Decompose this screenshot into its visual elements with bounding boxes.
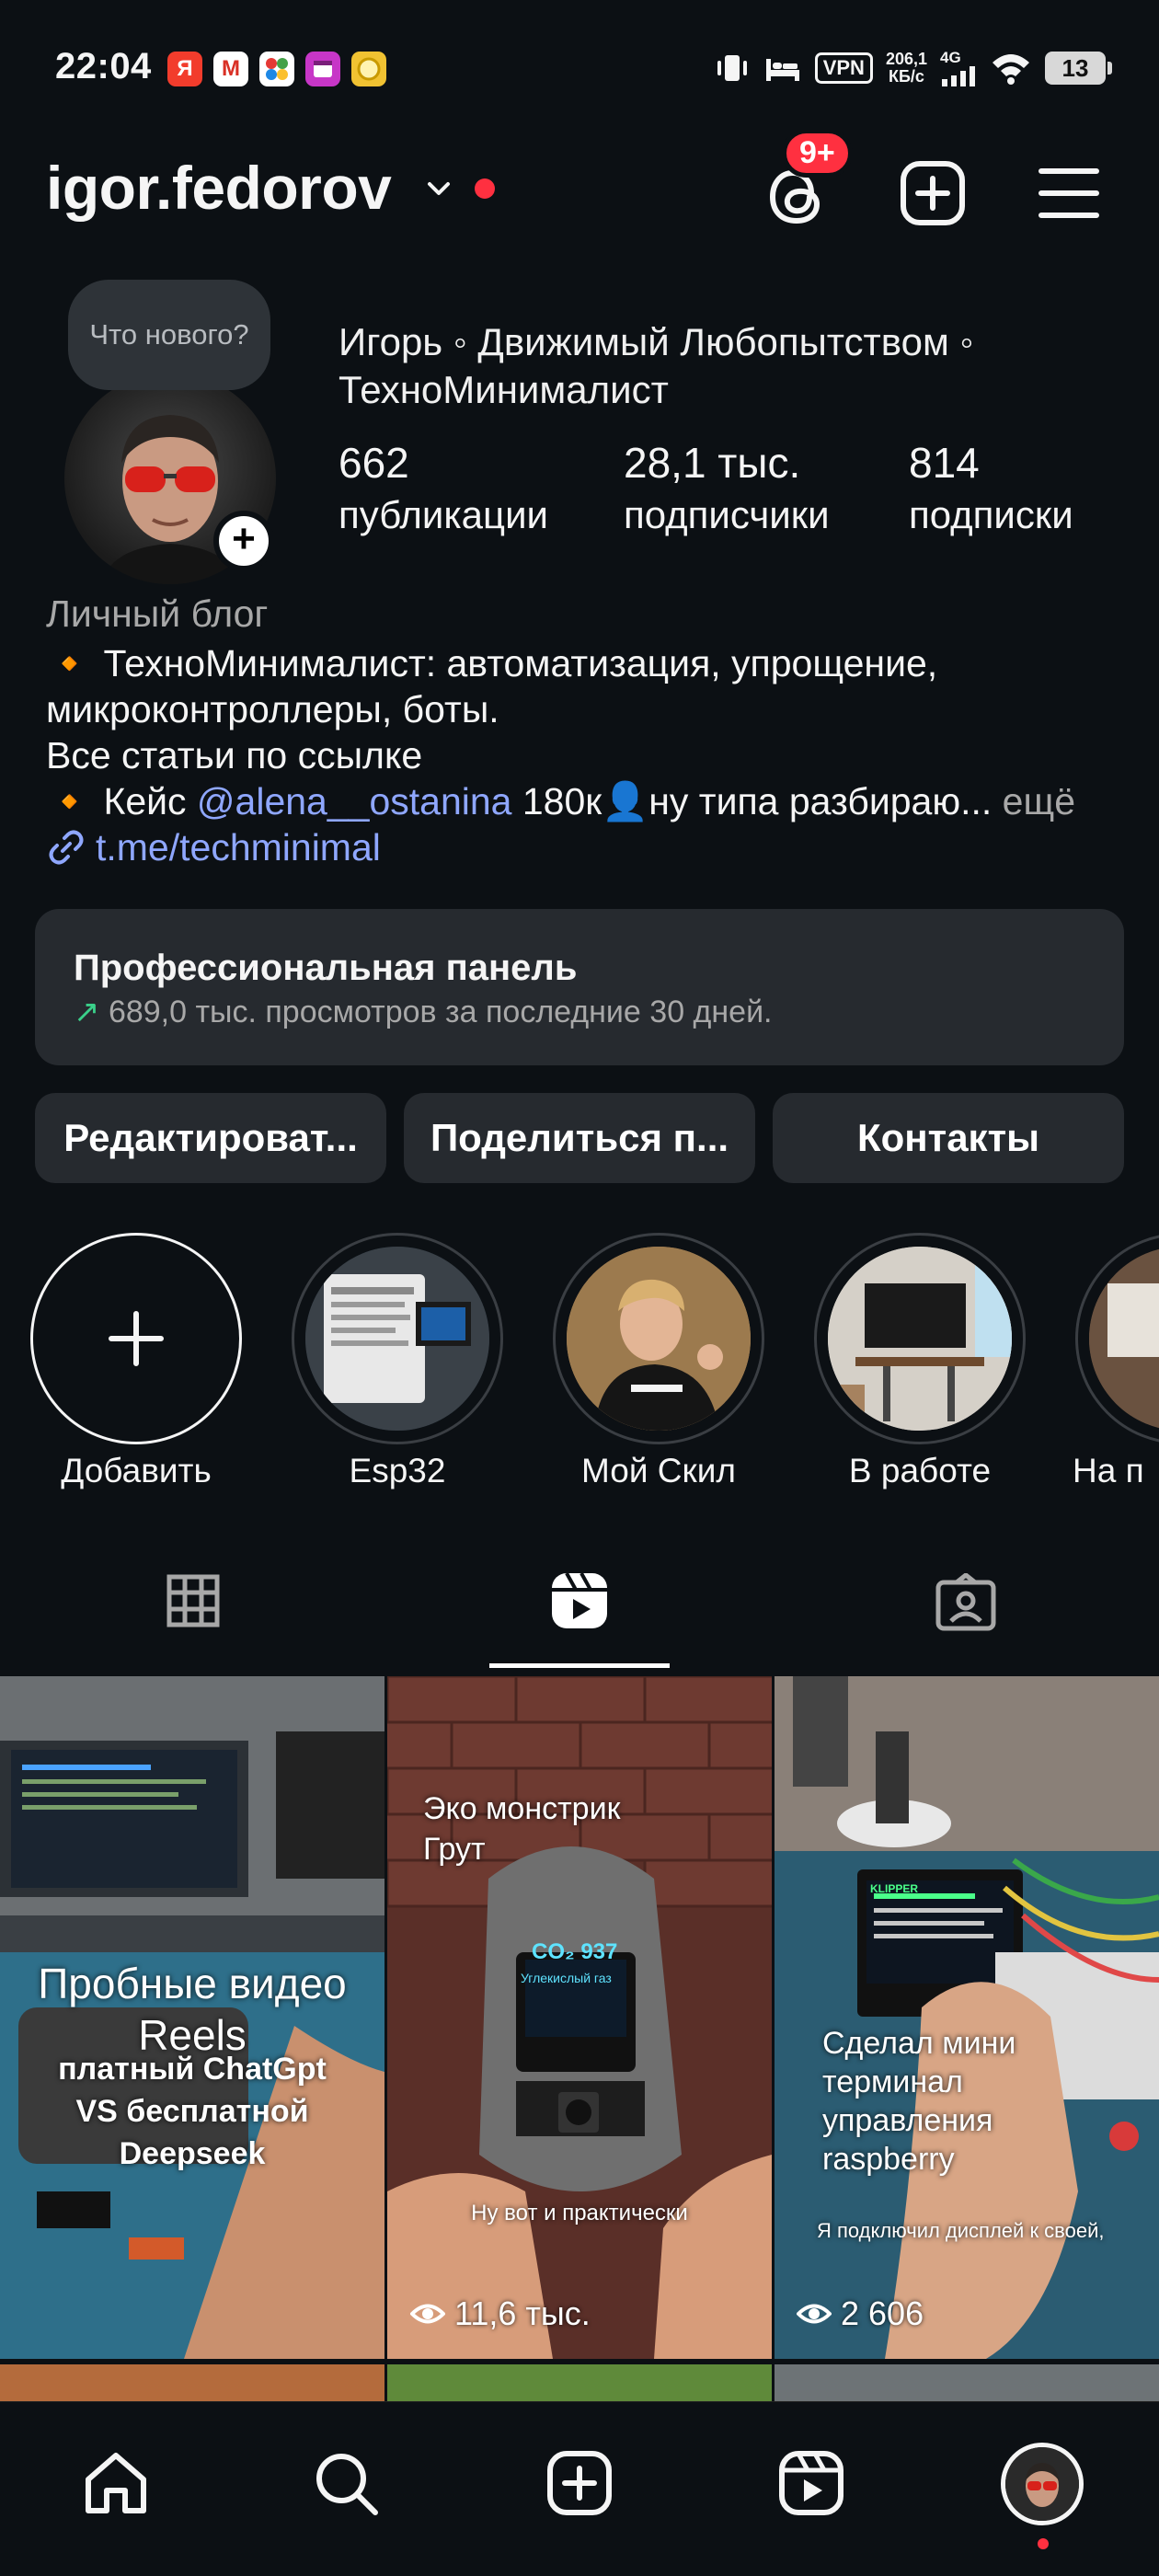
add-story-plus-icon[interactable]: + <box>213 511 274 571</box>
create-post-icon[interactable] <box>898 158 968 228</box>
signal-icon <box>942 66 975 86</box>
reel-3-caption: Я подключил дисплей к своей, <box>817 2219 1105 2242</box>
cell-signal: 4G <box>940 50 977 86</box>
account-notification-dot <box>475 178 495 199</box>
highlight-partial[interactable] <box>1075 1233 1159 1444</box>
reel-thumbnail-5[interactable] <box>387 2364 772 2401</box>
menu-icon[interactable] <box>1036 162 1102 224</box>
edit-profile-button[interactable]: Редактироват... <box>35 1093 386 1183</box>
bio-more-link[interactable]: ещё <box>992 780 1075 822</box>
chevron-down-icon[interactable] <box>423 173 454 204</box>
reel-2-screen-text: CO₂ 937 <box>532 1939 618 1964</box>
link-icon <box>49 830 84 865</box>
highlight-esp32[interactable] <box>292 1233 503 1444</box>
highlight-label-in-progress: В работе <box>848 1452 992 1489</box>
new-post-icon[interactable] <box>545 2448 614 2518</box>
wifi-icon <box>993 54 1029 85</box>
tab-reels-icon[interactable] <box>548 1570 611 1632</box>
highlight-label-add: Добавить <box>61 1452 212 1489</box>
eye-icon <box>410 2304 445 2324</box>
yandex-icon: Я <box>167 52 202 86</box>
reel-thumbnail-4[interactable] <box>0 2364 384 2401</box>
bio-mention-link[interactable]: @alena__ostanina <box>197 780 512 822</box>
contacts-button[interactable]: Контакты <box>773 1093 1124 1183</box>
share-profile-button[interactable]: Поделиться п... <box>404 1093 755 1183</box>
profile-category: Личный блог <box>46 592 269 635</box>
highlight-add[interactable] <box>30 1233 242 1444</box>
home-icon[interactable] <box>81 2448 151 2518</box>
battery-indicator: 13 <box>1045 52 1112 85</box>
reels-icon[interactable] <box>776 2448 846 2518</box>
bed-icon <box>765 59 799 81</box>
vibrate-icon <box>717 55 747 81</box>
status-icons: VPN 206,1 КБ/с 4G 13 <box>714 46 1112 90</box>
grid-app-icon <box>259 52 294 86</box>
tab-grid-icon[interactable] <box>166 1571 221 1630</box>
highlight-in-progress[interactable] <box>814 1233 1026 1444</box>
reel-1-caption: платный ChatGpt VS бесплатной Deepseek <box>58 2052 327 2171</box>
eye-icon <box>797 2304 832 2324</box>
tab-active-indicator <box>489 1663 670 1668</box>
profile-tab-avatar[interactable] <box>1001 2443 1084 2525</box>
stat-followers[interactable]: 28,1 тыс. подписчики <box>624 438 830 537</box>
instagram-profile-screen: 22:04 Я M VPN 206,1 КБ/с 4G 13 igor.fedo… <box>0 0 1159 2576</box>
vpn-indicator: VPN <box>814 52 873 84</box>
reel-thumbnail-3[interactable] <box>775 1676 1159 2359</box>
profile-notification-dot <box>1038 2538 1049 2549</box>
threads-badge: 9+ <box>782 129 853 178</box>
profile-link[interactable]: t.me/techminimal <box>46 824 1122 870</box>
highlight-label-partial: На п <box>1073 1452 1144 1489</box>
reel-2-screen-subtext: Углекислый газ <box>521 1971 612 1985</box>
bottom-navigation <box>0 2401 1159 2576</box>
reel-3-title: Сделал мини терминал управления raspberr… <box>822 2026 1016 2177</box>
status-time: 22:04 <box>55 46 152 86</box>
stat-following[interactable]: 814 подписки <box>909 438 1073 537</box>
display-name: Игорь ◦ Движимый Любопытством ◦ ТехноМин… <box>339 320 974 411</box>
reel-1-title: Пробные видео Reels <box>38 1960 347 2059</box>
highlight-my-skill[interactable] <box>553 1233 764 1444</box>
note-bubble[interactable]: Что нового? <box>68 280 270 390</box>
calendar-app-icon <box>305 52 340 86</box>
reel-3-screen-text: KLIPPER <box>870 1882 919 1895</box>
plus-icon <box>109 1311 164 1366</box>
tab-tagged-icon[interactable] <box>935 1573 997 1632</box>
search-icon[interactable] <box>311 2448 381 2518</box>
network-speed: 206,1 КБ/с <box>885 50 927 86</box>
reel-2-title: Эко монстрик Грут <box>423 1791 621 1867</box>
profile-username[interactable]: igor.fedorov <box>46 153 392 223</box>
reel-3-views: 2 606 <box>797 2294 924 2333</box>
highlight-label-esp32: Esp32 <box>349 1452 446 1489</box>
reel-2-caption: Ну вот и практически <box>471 2201 688 2225</box>
coin-app-icon <box>351 52 386 86</box>
reel-thumbnail-2[interactable] <box>387 1676 772 2359</box>
highlight-label-my-skill: Мой Скил <box>581 1452 736 1489</box>
reel-thumbnail-6[interactable] <box>775 2364 1159 2401</box>
gmail-icon: M <box>213 52 248 86</box>
pro-panel-subtitle: ↗ 689,0 тыс. просмотров за последние 30 … <box>74 995 773 1029</box>
profile-bio: 🔸 ТехноМинималист: автоматизация, упроще… <box>46 640 1122 870</box>
trend-up-icon: ↗ <box>74 995 100 1029</box>
stat-posts[interactable]: 662 публикации <box>339 438 548 537</box>
reel-2-views: 11,6 тыс. <box>410 2294 591 2333</box>
pro-panel-title: Профессиональная панель <box>74 948 578 988</box>
